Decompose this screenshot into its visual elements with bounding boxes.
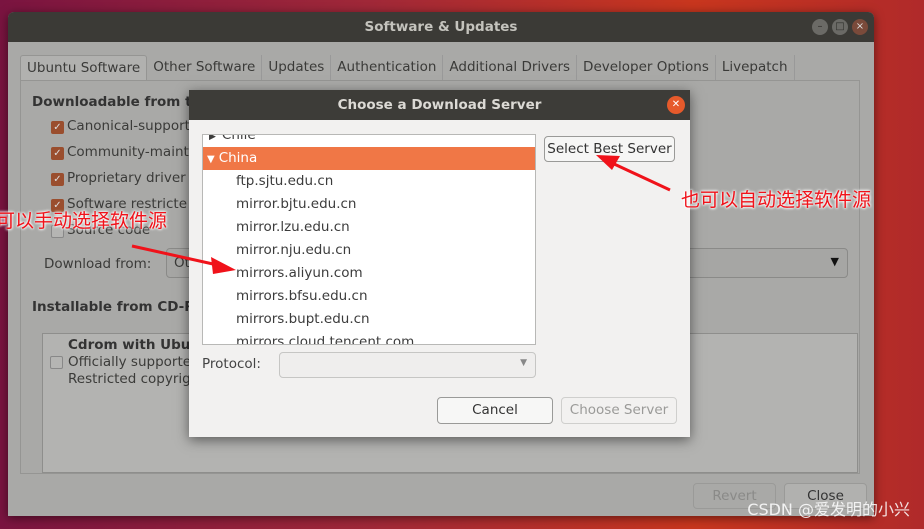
arrow-manual — [131, 244, 236, 274]
arrow-auto — [596, 155, 671, 192]
annotation-manual: 可以手动选择软件源 — [0, 210, 168, 232]
watermark: CSDN @爱发明的小兴 — [747, 500, 910, 519]
annotation-arrows — [131, 155, 671, 274]
annotation-auto: 也可以自动选择软件源 — [681, 189, 872, 211]
